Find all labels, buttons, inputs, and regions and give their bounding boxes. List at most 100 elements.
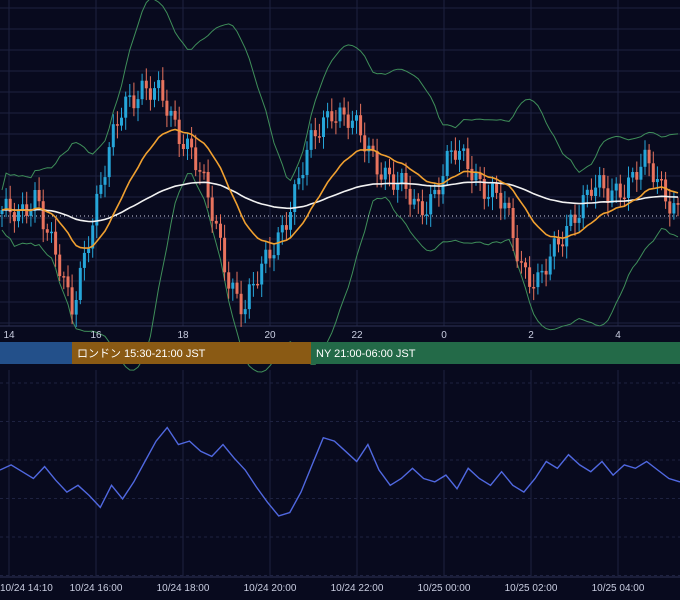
candle-body: [589, 189, 593, 196]
main-x-tick-label: 14: [3, 330, 15, 341]
candle-body: [66, 276, 70, 288]
candle-body: [239, 293, 243, 315]
candle-body: [173, 110, 177, 120]
candle-body: [540, 270, 544, 273]
candle-body: [111, 124, 115, 148]
candle-body: [606, 188, 610, 203]
candle-body: [519, 261, 523, 263]
candle-body: [128, 95, 132, 97]
candle-body: [194, 147, 198, 171]
candle-body: [223, 237, 227, 273]
candle-body: [573, 214, 577, 223]
candle-body: [491, 183, 494, 198]
candle-body: [474, 172, 478, 181]
candle-body: [334, 121, 338, 123]
candle-body: [214, 220, 218, 224]
candle-body: [342, 107, 346, 115]
candle-body: [569, 214, 573, 226]
candle-body: [202, 171, 206, 174]
candle-body: [58, 254, 62, 277]
candlestick-chart: 14 16 18 20 22 0 2 4 ロンドン 15:30-21:00 JST NY 21:0…: [0, 0, 680, 594]
candle-body: [416, 198, 420, 202]
candle-body: [449, 150, 453, 152]
candle-body: [392, 174, 396, 190]
candle-body: [379, 174, 383, 180]
candle-body: [470, 168, 474, 181]
candle-body: [651, 163, 655, 183]
candle-body: [359, 115, 363, 136]
candle-body: [466, 148, 470, 169]
candle-body: [602, 175, 606, 189]
candle-body: [198, 170, 202, 172]
candle-body: [664, 179, 668, 202]
candle-body: [585, 189, 589, 195]
candle-body: [115, 124, 119, 126]
candle-body: [103, 177, 107, 185]
candle-body: [144, 80, 148, 89]
candle-body: [317, 136, 321, 138]
candle-body: [363, 135, 367, 152]
candle-body: [301, 175, 305, 179]
candle-body: [268, 249, 272, 259]
candle-body: [153, 88, 156, 100]
candle-body: [577, 218, 581, 223]
candle-body: [45, 229, 49, 233]
candle-body: [210, 197, 214, 221]
candle-body: [532, 287, 536, 289]
candle-body: [190, 138, 194, 148]
candle-body: [462, 148, 466, 151]
osc-x-tick-label: 10/24 22:00: [331, 583, 384, 594]
candle-body: [50, 231, 53, 234]
oscillator-grid: [0, 370, 680, 576]
candle-body: [322, 117, 325, 137]
candle-body: [29, 210, 33, 216]
main-x-tick-label: 4: [615, 330, 621, 341]
candle-body: [309, 130, 313, 150]
candle-body: [643, 149, 647, 167]
candle-body: [676, 203, 680, 205]
main-x-tick-label: 20: [264, 330, 276, 341]
candle-body: [165, 100, 169, 116]
candle-body: [124, 96, 128, 118]
candle-body: [181, 144, 185, 149]
candle-body: [375, 151, 379, 175]
candle-body: [74, 300, 78, 315]
osc-x-tick-label: 10/24 20:00: [244, 583, 297, 594]
candle-body: [70, 287, 74, 315]
candle-body: [511, 208, 515, 238]
candle-body: [495, 183, 499, 193]
candle-body: [557, 238, 560, 245]
candle-body: [256, 283, 260, 286]
candle-body: [552, 238, 556, 257]
candle-body: [486, 197, 490, 199]
candle-body: [507, 202, 511, 208]
candle-body: [41, 201, 45, 230]
candle-body: [524, 262, 527, 268]
candle-body: [169, 110, 173, 116]
session-band: [0, 342, 72, 364]
main-grid: [0, 0, 680, 326]
candle-body: [338, 107, 342, 122]
candle-body: [618, 183, 622, 198]
candle-body: [264, 249, 268, 264]
moving-average-short-line: [1, 128, 679, 249]
candle-body: [120, 117, 123, 126]
candle-body: [78, 267, 82, 300]
candle-body: [453, 150, 457, 160]
candle-body: [284, 225, 288, 230]
candle-body: [388, 167, 391, 175]
candle-body: [355, 115, 358, 121]
candle-body: [499, 192, 503, 209]
candle-body: [594, 187, 598, 196]
candle-body: [425, 214, 429, 216]
candle-body: [235, 282, 239, 294]
candle-body: [561, 244, 565, 247]
candle-body: [346, 114, 350, 128]
candle-body: [136, 99, 140, 109]
session-label: NY 21:00-06:00 JST: [316, 348, 416, 360]
candle-body: [326, 111, 330, 118]
main-x-tick-label: 18: [177, 330, 189, 341]
candle-body: [243, 309, 247, 315]
candle-body: [400, 173, 404, 183]
main-x-tick-label: 16: [90, 330, 102, 341]
